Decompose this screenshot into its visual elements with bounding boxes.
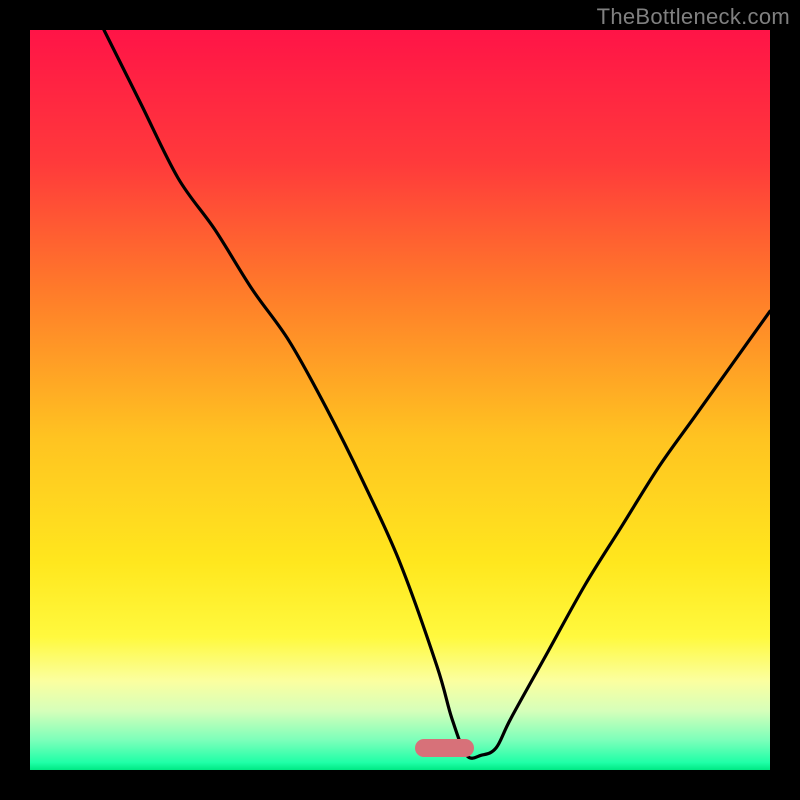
- bottleneck-curve-svg: [30, 30, 770, 770]
- optimal-marker: [415, 739, 474, 757]
- plot-area: [30, 30, 770, 770]
- chart-container: TheBottleneck.com: [0, 0, 800, 800]
- bottleneck-curve-path: [104, 30, 770, 758]
- watermark-text: TheBottleneck.com: [597, 4, 790, 30]
